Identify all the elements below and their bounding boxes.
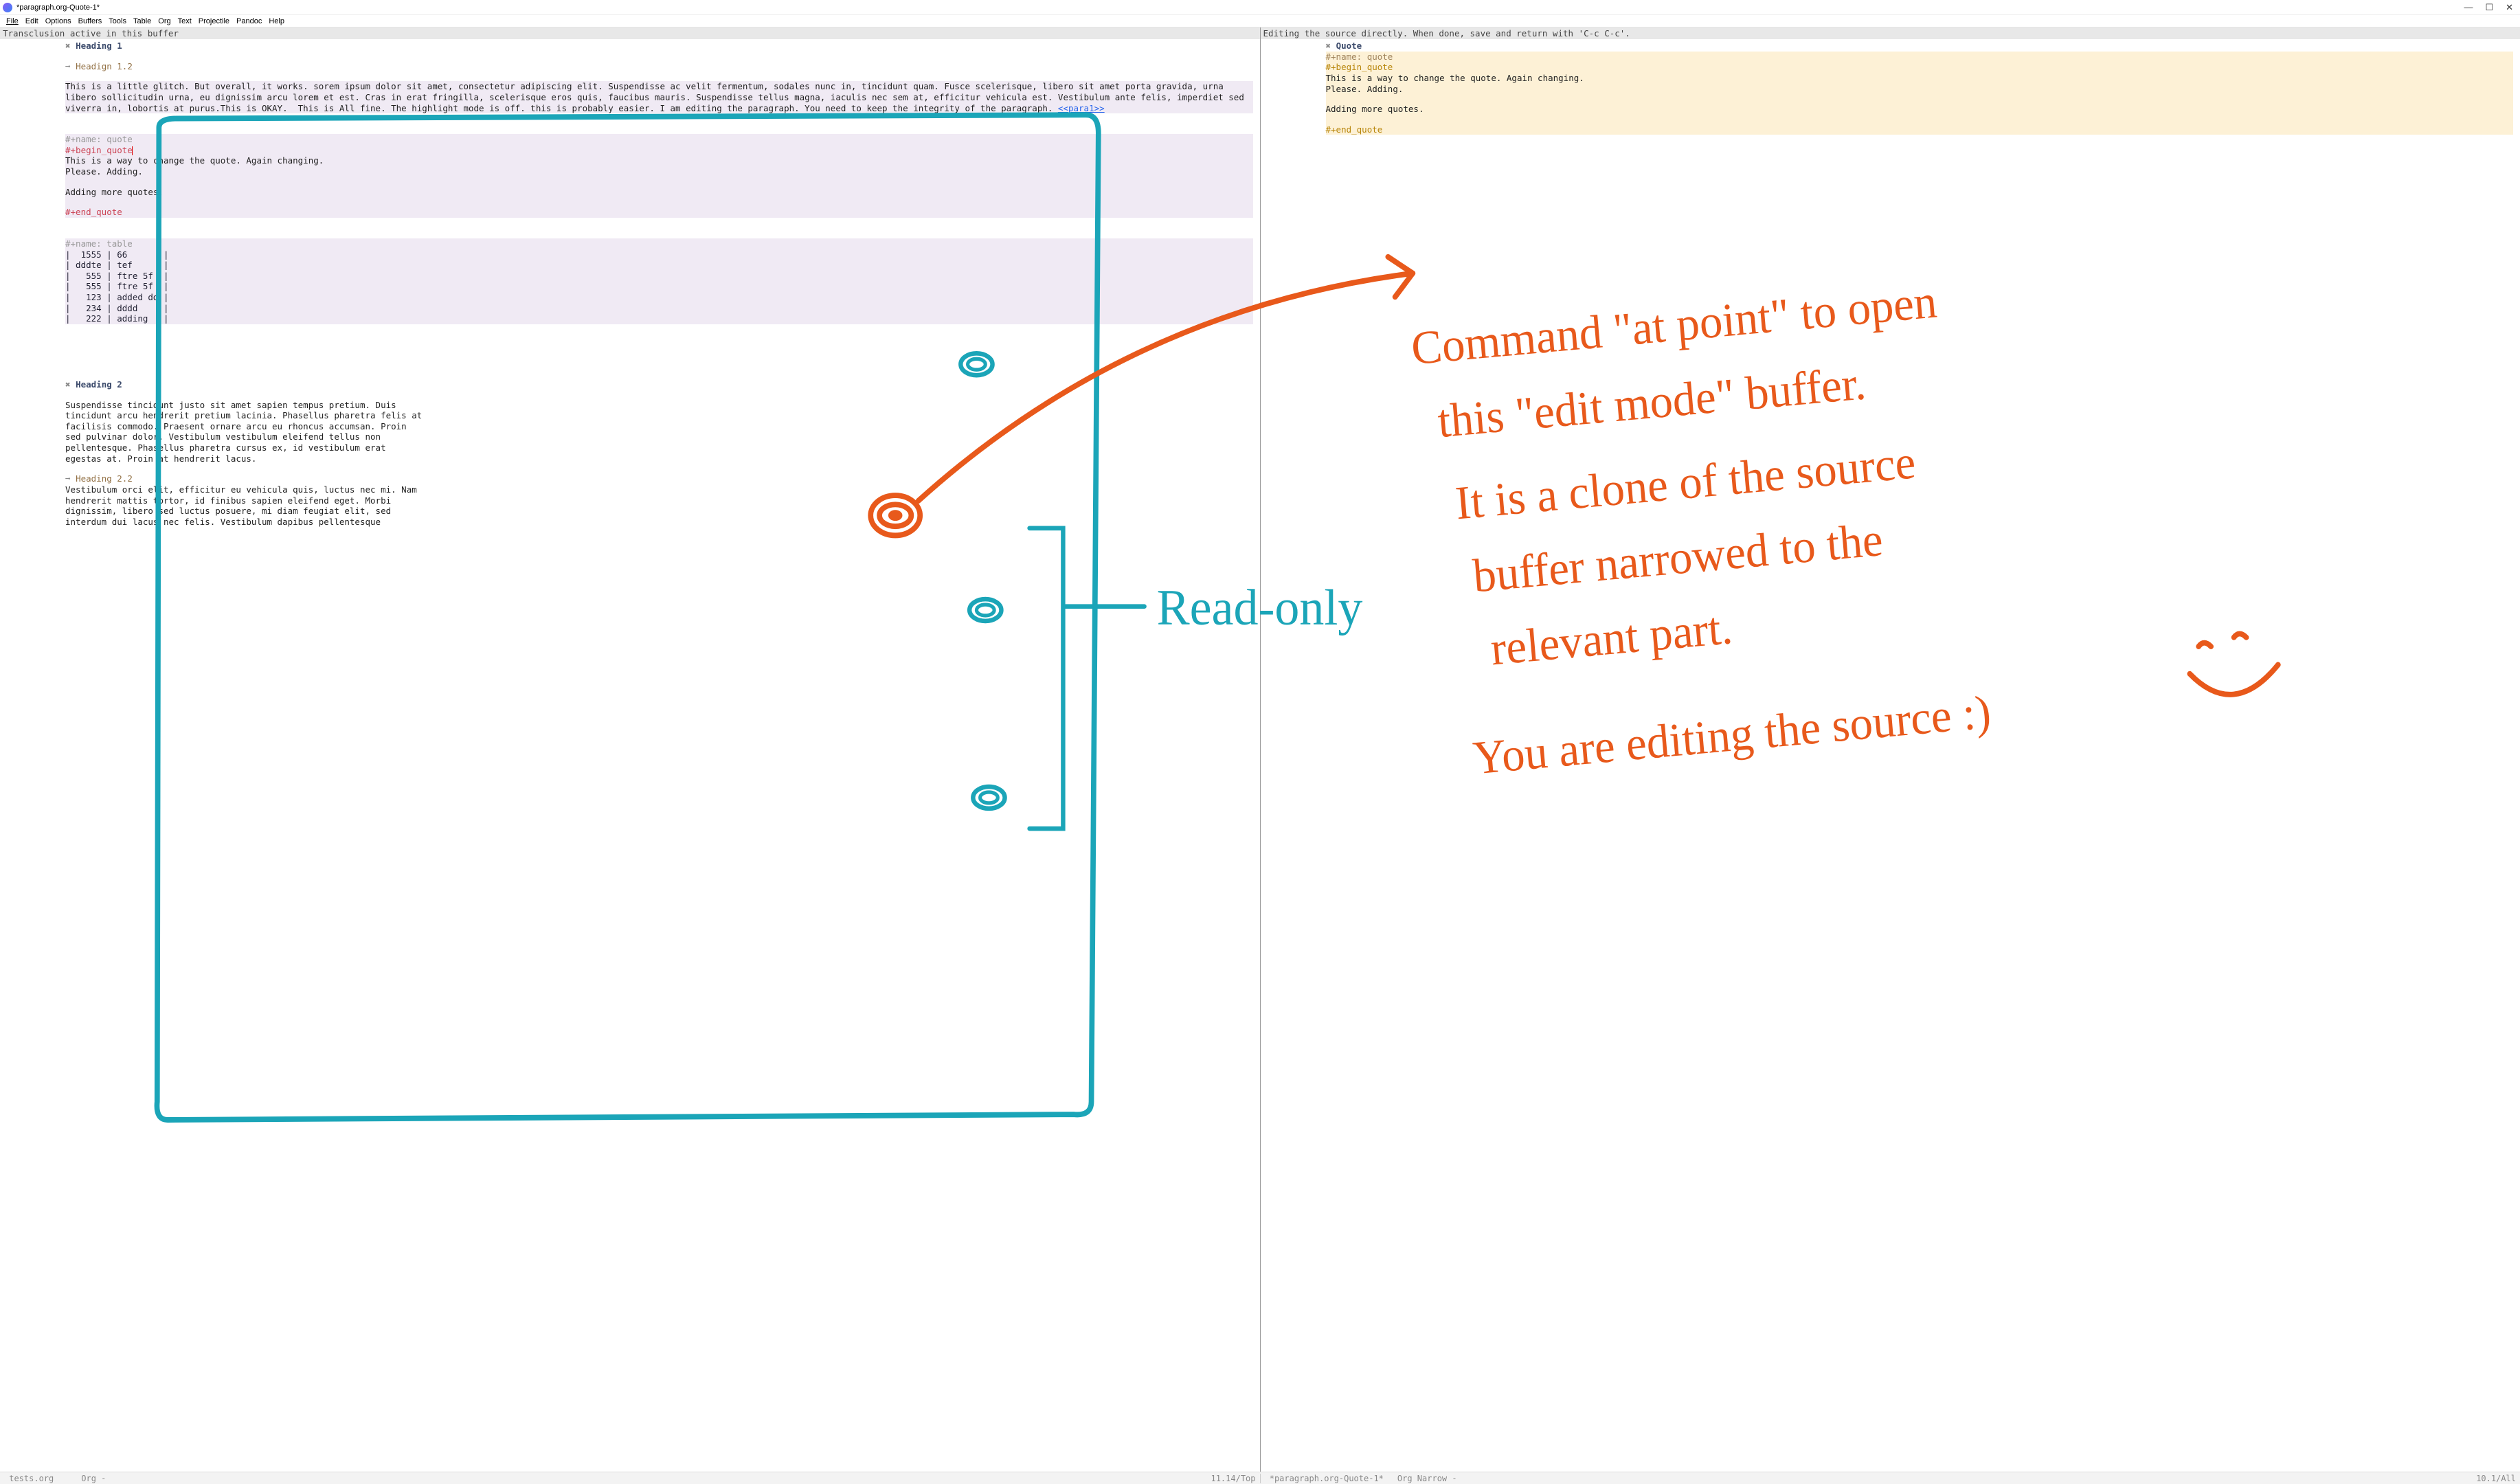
para1-block: This is a little glitch. But overall, it…	[65, 81, 1253, 113]
right-quote-body-1: This is a way to change the quote. Again…	[1326, 73, 2514, 84]
modeline: tests.org Org - 11.14/Top *paragraph.org…	[0, 1472, 2520, 1484]
menu-projectile[interactable]: Projectile	[195, 17, 233, 25]
left-pane[interactable]: Transclusion active in this buffer ✖ Hea…	[0, 27, 1261, 1472]
right-status-line: Editing the source directly. When done, …	[1261, 27, 2520, 39]
menubar: File Edit Options Buffers Tools Table Or…	[0, 15, 2520, 27]
right-buffer-content[interactable]: ✖ Quote #+name: quote #+begin_quote This…	[1261, 39, 2520, 136]
heading-2-text: Heading 2	[76, 379, 122, 390]
app-icon	[3, 3, 12, 12]
quote-end-line: #+end_quote	[65, 207, 1253, 218]
heading-2-2-text: Heading 2.2	[76, 473, 133, 484]
menu-buffers[interactable]: Buffers	[75, 17, 106, 25]
menu-help[interactable]: Help	[265, 17, 288, 25]
right-quote-body-3: Adding more quotes.	[1326, 104, 2514, 115]
quote-heading[interactable]: ✖ Quote	[1326, 41, 2514, 52]
quote-body-1: This is a way to change the quote. Again…	[65, 155, 1253, 166]
bullet-icon: ✖	[65, 41, 76, 51]
quote-name-line: #+name: quote	[65, 134, 1253, 145]
titlebar: *paragraph.org-Quote-1* — ☐ ✕	[0, 0, 2520, 15]
bullet-icon: ✖	[65, 379, 76, 390]
quote-body-2: Please. Adding.	[65, 166, 1253, 177]
maximize-button[interactable]: ☐	[2485, 2, 2493, 13]
heading-1-2-text: Headign 1.2	[76, 61, 133, 71]
modeline-left-buffer: tests.org	[4, 1474, 54, 1483]
table-row[interactable]: | 222 | adding |	[65, 313, 1253, 324]
heading-2[interactable]: ✖ Heading 2	[65, 379, 1253, 390]
quote-begin-line: #+begin_quote	[65, 145, 1253, 156]
table-row[interactable]: | 234 | dddd |	[65, 303, 1253, 314]
text-cursor	[132, 146, 133, 155]
right-quote-block: #+name: quote #+begin_quote This is a wa…	[1326, 52, 2514, 135]
menu-edit[interactable]: Edit	[22, 17, 42, 25]
right-quote-name: #+name: quote	[1326, 52, 2514, 63]
window-title: *paragraph.org-Quote-1*	[16, 3, 2464, 12]
quote-block: #+name: quote #+begin_quote This is a wa…	[65, 134, 1253, 218]
menu-text[interactable]: Text	[175, 17, 195, 25]
modeline-right-buffer: *paragraph.org-Quote-1*	[1265, 1474, 1384, 1483]
para2-text: Suspendisse tincidunt justo sit amet sap…	[65, 400, 423, 464]
quote-heading-text: Quote	[1336, 41, 1362, 51]
menu-tools[interactable]: Tools	[105, 17, 130, 25]
table-row[interactable]: | 123 | added dd |	[65, 292, 1253, 303]
menu-file[interactable]: File	[3, 17, 22, 25]
modeline-left-pos: 11.14/Top	[1211, 1474, 1255, 1483]
heading-1[interactable]: ✖ Heading 1	[65, 41, 1253, 52]
menu-table[interactable]: Table	[130, 17, 155, 25]
arrow-icon: ➞	[65, 473, 76, 484]
para1-link[interactable]: <<para1>>	[1058, 103, 1105, 113]
right-quote-begin: #+begin_quote	[1326, 62, 2514, 73]
table-row[interactable]: | dddte | tef |	[65, 260, 1253, 271]
close-button[interactable]: ✕	[2506, 2, 2513, 13]
modeline-right-mode: Org Narrow -	[1397, 1474, 1457, 1483]
main-split: Transclusion active in this buffer ✖ Hea…	[0, 27, 2520, 1472]
left-buffer-content[interactable]: ✖ Heading 1 ➞ Headign 1.2 This is a litt…	[0, 39, 1260, 528]
modeline-right-pos: 10.1/All	[2476, 1474, 2516, 1483]
para3-text: Vestibulum orci elit, efficitur eu vehic…	[65, 484, 436, 528]
table-row[interactable]: | 1555 | 66 |	[65, 249, 1253, 260]
modeline-right: *paragraph.org-Quote-1* Org Narrow - 10.…	[1260, 1474, 2520, 1483]
right-quote-body-2: Please. Adding.	[1326, 84, 2514, 95]
heading-2-2[interactable]: ➞ Heading 2.2	[65, 473, 1253, 484]
window-controls: — ☐ ✕	[2464, 2, 2517, 13]
minimize-button[interactable]: —	[2464, 2, 2473, 13]
right-pane[interactable]: Editing the source directly. When done, …	[1261, 27, 2520, 1472]
bullet-icon: ✖	[1326, 41, 1336, 51]
menu-pandoc[interactable]: Pandoc	[233, 17, 265, 25]
left-status-line: Transclusion active in this buffer	[0, 27, 1260, 39]
heading-1-text: Heading 1	[76, 41, 122, 51]
table-row[interactable]: | 555 | ftre 5f |	[65, 271, 1253, 282]
modeline-left-mode: Org -	[81, 1474, 106, 1483]
table-row[interactable]: | 555 | ftre 5f |	[65, 281, 1253, 292]
modeline-left: tests.org Org - 11.14/Top	[0, 1474, 1260, 1483]
menu-org[interactable]: Org	[155, 17, 174, 25]
menu-options[interactable]: Options	[42, 17, 75, 25]
quote-body-3: Adding more quotes.	[65, 187, 1253, 198]
right-quote-end: #+end_quote	[1326, 124, 2514, 135]
heading-1-2[interactable]: ➞ Headign 1.2	[65, 61, 1253, 72]
table-block: #+name: table | 1555 | 66 | | dddte | te…	[65, 238, 1253, 324]
arrow-icon: ➞	[65, 61, 76, 71]
table-name-line: #+name: table	[65, 238, 1253, 249]
